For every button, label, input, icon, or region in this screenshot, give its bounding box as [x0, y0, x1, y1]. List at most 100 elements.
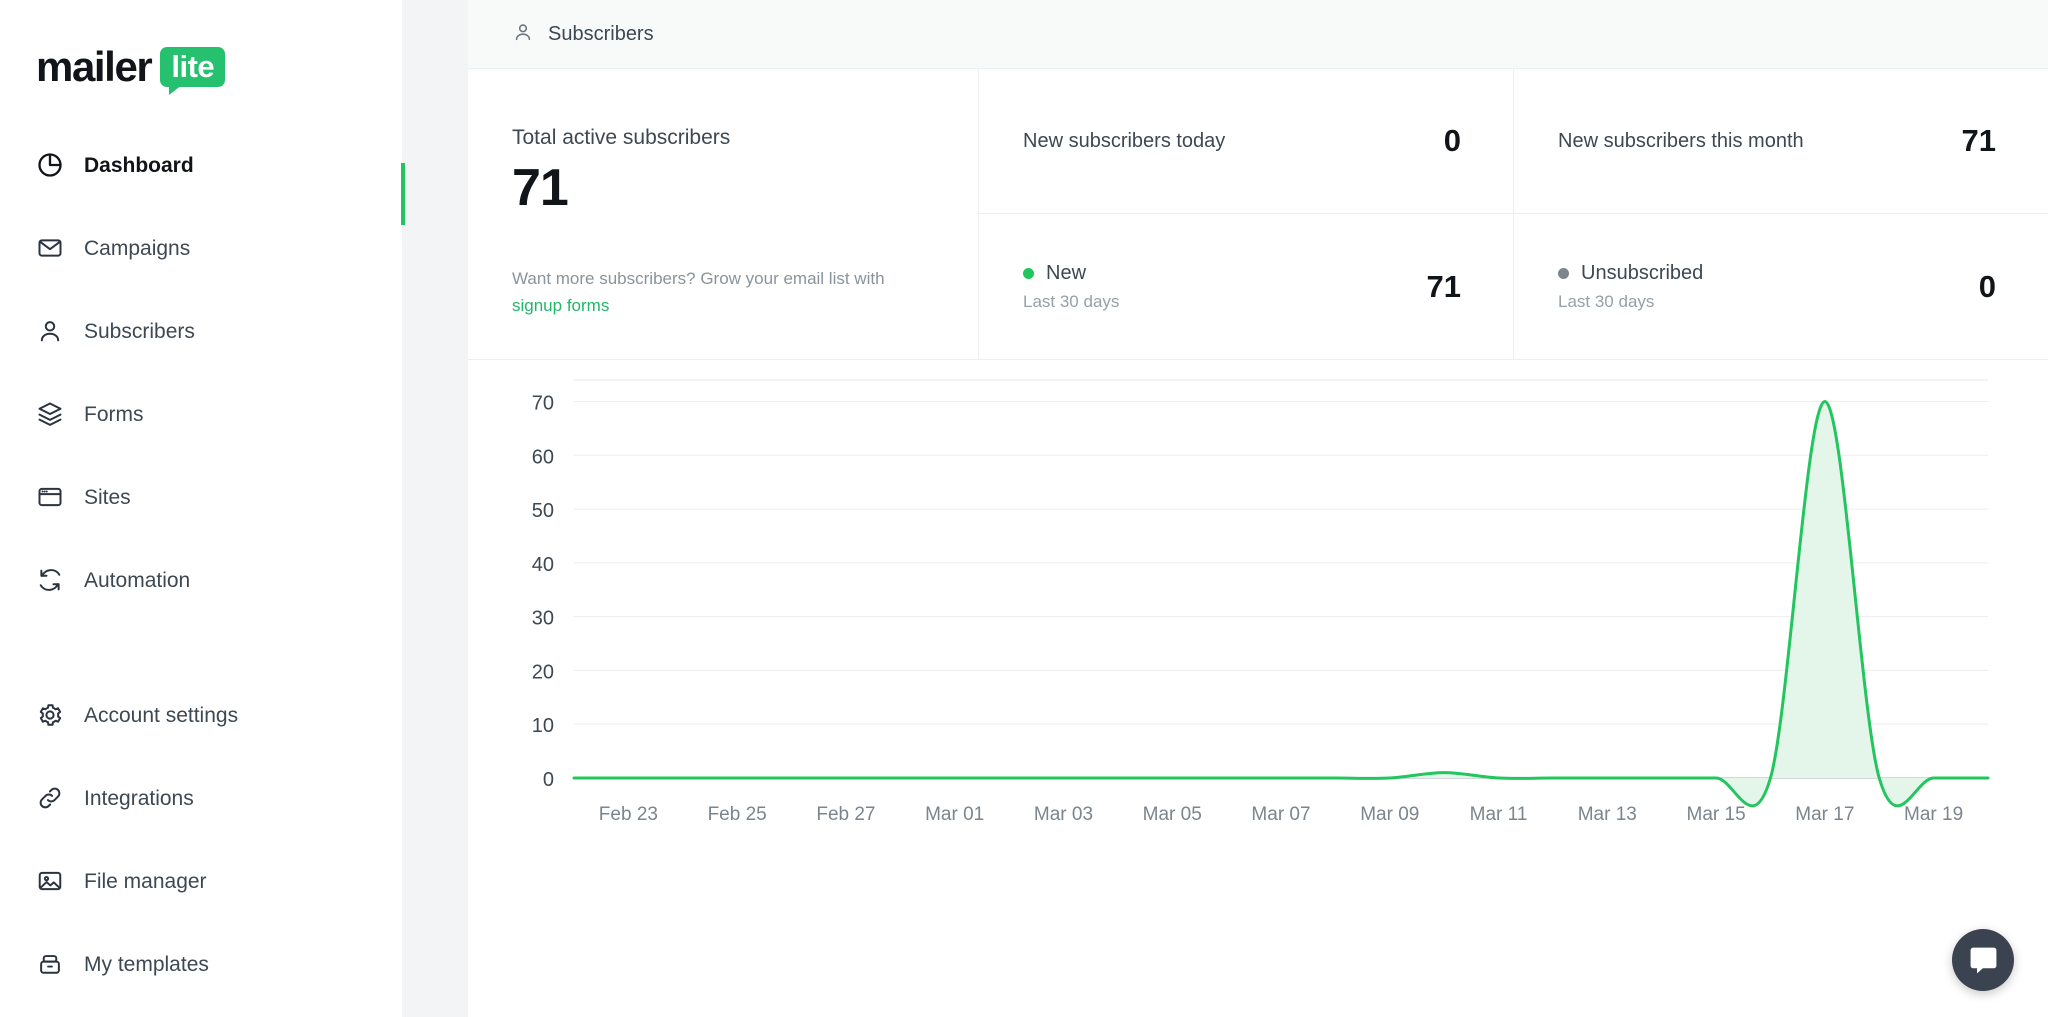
sidebar-item-account-settings[interactable]: Account settings: [36, 690, 402, 740]
sidebar-item-label: Automation: [84, 568, 191, 592]
stats-grid: Total active subscribers 71 Want more su…: [468, 69, 2048, 360]
logo-text-mailer: mailer: [36, 43, 153, 90]
new-legend-value: 71: [1426, 268, 1461, 304]
sidebar-item-campaigns[interactable]: Campaigns: [36, 223, 402, 273]
subscribers-chart-svg: 0 10 20 30 40 50 60 70 Feb 23 Feb 25 Feb 27 Mar 01 M…: [532, 379, 1990, 825]
mailerlite-logo[interactable]: mailer lite: [36, 0, 402, 110]
new-legend-line: New: [1023, 262, 1119, 285]
x-axis-tick-label: Mar 11: [1470, 804, 1528, 825]
new-subscribers-month-card: New subscribers this month 71: [1514, 69, 2048, 214]
x-axis-tick-label: Feb 25: [708, 804, 767, 825]
new-subscribers-today-value: 0: [1443, 123, 1461, 158]
sidebar-item-label: Account settings: [84, 703, 239, 727]
unsubscribed-legend-value: 0: [1978, 268, 1996, 304]
page-title: Subscribers: [548, 22, 654, 45]
new-status-dot: [1023, 267, 1034, 279]
sidebar-section-divider: [36, 638, 402, 690]
y-axis-tick-label: 60: [532, 446, 554, 468]
x-axis-tick-label: Mar 09: [1360, 804, 1419, 825]
refresh-cycle-icon: [36, 566, 64, 594]
y-axis-tick-label: 70: [532, 393, 554, 415]
sidebar-item-label: Integrations: [84, 786, 194, 810]
x-axis-tick-label: Mar 13: [1578, 804, 1637, 825]
sidebar-item-integrations[interactable]: Integrations: [36, 773, 402, 823]
x-axis-tick-label: Mar 07: [1251, 804, 1310, 825]
gear-icon: [36, 701, 64, 729]
unsubscribed-status-dot: [1558, 267, 1569, 279]
sidebar-item-label: My templates: [84, 952, 209, 976]
x-axis-tick-label: Mar 19: [1904, 804, 1963, 825]
sidebar-item-file-manager[interactable]: File manager: [36, 856, 402, 906]
signup-forms-link[interactable]: signup forms: [512, 296, 609, 315]
grow-list-promo-text: Want more subscribers? Grow your email l…: [512, 269, 885, 289]
sidebar-item-automation[interactable]: Automation: [36, 555, 402, 605]
link-chain-icon: [36, 784, 64, 812]
y-axis-tick-label: 0: [543, 769, 554, 791]
unsubscribed-legend-sublabel: Last 30 days: [1558, 291, 1655, 311]
sidebar: mailer lite Dashboard Campaigns Subscrib…: [0, 0, 405, 1017]
layers-icon: [36, 400, 64, 428]
person-icon: [36, 317, 64, 345]
main-left-gutter: [402, 0, 468, 1017]
y-axis-tick-label: 40: [532, 554, 554, 576]
sidebar-item-label: Sites: [84, 485, 131, 509]
image-icon: [36, 867, 64, 895]
y-axis-tick-label: 10: [532, 715, 554, 737]
stats-columns: New subscribers today 0 New Last 30 days: [979, 69, 2048, 359]
y-axis-tick-label: 20: [532, 661, 554, 683]
sidebar-item-dashboard[interactable]: Dashboard: [36, 140, 402, 190]
x-axis-tick-label: Mar 05: [1143, 804, 1202, 825]
chat-bubble-icon: [1970, 947, 1996, 973]
main-region: Subscribers Total active subscribers 71 …: [402, 0, 2048, 1017]
x-axis-tick-label: Feb 23: [599, 804, 658, 825]
x-axis-tick-label: Mar 15: [1687, 804, 1746, 825]
total-active-subscribers-card: Total active subscribers 71 Want more su…: [468, 69, 979, 359]
stats-column-today: New subscribers today 0 New Last 30 days: [979, 69, 1514, 359]
envelope-icon: [36, 234, 64, 262]
active-nav-indicator: [401, 163, 405, 225]
new-legend-label: New: [1046, 261, 1087, 284]
y-axis-tick-label: 30: [532, 608, 554, 630]
grow-list-promo: Want more subscribers? Grow your email l…: [512, 266, 912, 319]
sidebar-item-label: File manager: [84, 869, 207, 893]
chat-widget-button[interactable]: [1952, 929, 2014, 991]
logo-bubble: lite: [160, 47, 226, 95]
stats-column-month: New subscribers this month 71 Unsubscrib…: [1514, 69, 2048, 359]
person-icon: [512, 21, 534, 48]
app-root: mailer lite Dashboard Campaigns Subscrib…: [0, 0, 2048, 1017]
x-axis-tick-label: Mar 17: [1795, 804, 1854, 825]
sidebar-item-forms[interactable]: Forms: [36, 389, 402, 439]
x-axis-tick-label: Feb 27: [816, 804, 875, 825]
browser-window-icon: [36, 483, 64, 511]
unsubscribed-legend-line: Unsubscribed: [1558, 262, 1703, 285]
new-subscribers-today-label: New subscribers today: [1023, 129, 1226, 152]
unsubscribed-legend-block: Unsubscribed Last 30 days: [1558, 262, 1703, 312]
chart-series-line: [572, 400, 1990, 808]
subscribers-chart: 0 10 20 30 40 50 60 70 Feb 23 Feb 25 Feb 27 Mar 01 M…: [468, 360, 2048, 898]
sidebar-item-label: Forms: [84, 402, 144, 426]
main-content: Subscribers Total active subscribers 71 …: [468, 0, 2048, 1017]
sidebar-item-label: Campaigns: [84, 236, 191, 260]
new-legend-block: New Last 30 days: [1023, 262, 1119, 312]
sidebar-item-sites[interactable]: Sites: [36, 472, 402, 522]
new-legend-sublabel: Last 30 days: [1023, 291, 1120, 311]
sidebar-item-my-templates[interactable]: My templates: [36, 939, 402, 989]
unsubscribed-legend-card: Unsubscribed Last 30 days 0: [1514, 214, 2048, 359]
x-axis-tick-label: Mar 03: [1034, 804, 1093, 825]
pie-chart-icon: [36, 151, 64, 179]
archive-box-icon: [36, 950, 64, 978]
x-axis-tick-label: Mar 01: [925, 804, 984, 825]
sidebar-nav: Dashboard Campaigns Subscribers Forms Si…: [36, 140, 402, 989]
total-active-subscribers-label: Total active subscribers: [512, 126, 731, 149]
new-subscribers-month-label: New subscribers this month: [1558, 129, 1804, 152]
sidebar-item-subscribers[interactable]: Subscribers: [36, 306, 402, 356]
unsubscribed-legend-label: Unsubscribed: [1581, 261, 1704, 284]
total-active-subscribers-value: 71: [512, 159, 569, 218]
new-legend-card: New Last 30 days 71: [979, 214, 1513, 359]
new-subscribers-today-card: New subscribers today 0: [979, 69, 1513, 214]
page-header: Subscribers: [468, 0, 2048, 69]
logo-text-lite: lite: [171, 49, 215, 84]
y-axis-tick-label: 50: [532, 500, 554, 522]
new-subscribers-month-value: 71: [1961, 123, 1996, 158]
sidebar-item-label: Dashboard: [84, 153, 194, 177]
